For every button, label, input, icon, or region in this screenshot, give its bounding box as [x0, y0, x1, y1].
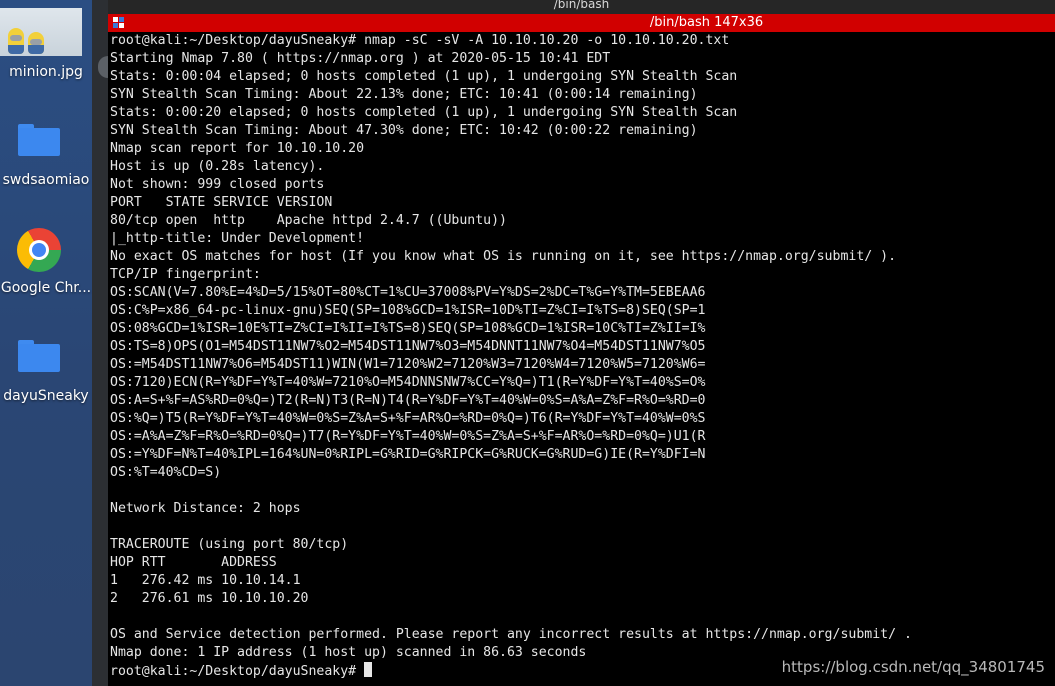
terminal-line: OS:SCAN(V=7.80%E=4%D=5/15%OT=80%CT=1%CU=… — [110, 285, 706, 300]
terminal-output[interactable]: root@kali:~/Desktop/dayuSneaky# nmap -sC… — [110, 32, 1050, 680]
terminal-line: No exact OS matches for host (If you kno… — [110, 249, 897, 264]
desktop: minion.jpg swdsaomiao Google Chr... dayu… — [0, 0, 92, 686]
terminal-line: 1 276.42 ms 10.10.14.1 — [110, 573, 301, 588]
terminal-line: OS:=A%A=Z%F=R%O=%RD=0%Q=)T7(R=Y%DF=Y%T=4… — [110, 429, 706, 444]
terminal-line: OS:TS=8)OPS(O1=M54DST11NW7%O2=M54DST11NW… — [110, 339, 706, 354]
terminal-prompt: root@kali:~/Desktop/dayuSneaky# — [110, 664, 365, 679]
topbar-title: /bin/bash — [553, 0, 610, 11]
terminal-line: 80/tcp open http Apache httpd 2.4.7 ((Ub… — [110, 213, 507, 228]
terminal-line: |_http-title: Under Development! — [110, 231, 365, 246]
terminal-line: 2 276.61 ms 10.10.10.20 — [110, 591, 309, 606]
window-topbar: /bin/bash — [108, 0, 1055, 14]
terminal-titlebar[interactable]: /bin/bash 147x36 — [108, 14, 1055, 32]
terminal-line: OS:08%GCD=1%ISR=10E%TI=Z%CI=I%II=I%TS=8)… — [110, 321, 706, 336]
terminal-line: Network Distance: 2 hops — [110, 501, 301, 516]
terminal-line: Stats: 0:00:20 elapsed; 0 hosts complete… — [110, 105, 738, 120]
desktop-item-minion[interactable]: minion.jpg — [0, 0, 92, 90]
terminal-line: OS:%T=40%CD=S) — [110, 465, 222, 480]
terminal-line: Not shown: 999 closed ports — [110, 177, 325, 192]
terminal-line: OS:=Y%DF=N%T=40%IPL=164%UN=0%RIPL=G%RID=… — [110, 447, 706, 462]
image-thumbnail-icon — [0, 8, 82, 56]
desktop-item-label: swdsaomiao — [2, 172, 90, 188]
desktop-item-label: dayuSneaky — [3, 388, 89, 404]
desktop-item-swdsaomiao[interactable]: swdsaomiao — [0, 124, 92, 194]
terminal-line: OS:A=S+%F=AS%RD=0%Q=)T2(R=N)T3(R=N)T4(R=… — [110, 393, 706, 408]
terminal-cursor — [364, 662, 373, 677]
terminal-line: OS:%Q=)T5(R=Y%DF=Y%T=40%W=0%S=Z%A=S+%F=A… — [110, 411, 706, 426]
chrome-icon — [17, 228, 61, 272]
terminal-line: SYN Stealth Scan Timing: About 22.13% do… — [110, 87, 698, 102]
terminal-line: Host is up (0.28s latency). — [110, 159, 325, 174]
terminal-line: OS:=M54DST11NW7%O6=M54DST11)WIN(W1=7120%… — [110, 357, 706, 372]
terminal-line: PORT STATE SERVICE VERSION — [110, 195, 333, 210]
desktop-item-chrome[interactable]: Google Chr... — [0, 228, 92, 300]
terminal-line: Nmap scan report for 10.10.10.20 — [110, 141, 365, 156]
desktop-item-label: minion.jpg — [9, 64, 83, 80]
desktop-item-dayusneaky[interactable]: dayuSneaky — [0, 340, 92, 410]
folder-icon — [18, 340, 60, 372]
terminal-line: Stats: 0:00:04 elapsed; 0 hosts complete… — [110, 69, 738, 84]
terminal-line: OS and Service detection performed. Plea… — [110, 627, 912, 642]
terminal-line: root@kali:~/Desktop/dayuSneaky# nmap -sC… — [110, 33, 730, 48]
terminal-line: OS:C%P=x86_64-pc-linux-gnu)SEQ(SP=108%GC… — [110, 303, 706, 318]
terminal-title: /bin/bash 147x36 — [649, 15, 764, 30]
desktop-item-label: Google Chr... — [0, 280, 92, 296]
terminal-line: HOP RTT ADDRESS — [110, 555, 277, 570]
side-handle[interactable] — [98, 56, 108, 78]
folder-icon — [18, 124, 60, 156]
terminal-line: TRACEROUTE (using port 80/tcp) — [110, 537, 349, 552]
terminal-line: TCP/IP fingerprint: — [110, 267, 261, 282]
terminal-window[interactable]: /bin/bash 147x36 root@kali:~/Desktop/day… — [108, 14, 1055, 686]
window-edge — [92, 0, 108, 686]
terminal-line: SYN Stealth Scan Timing: About 47.30% do… — [110, 123, 698, 138]
terminal-line: OS:7120)ECN(R=Y%DF=Y%T=40%W=7210%O=M54DN… — [110, 375, 706, 390]
terminal-line: Starting Nmap 7.80 ( https://nmap.org ) … — [110, 51, 611, 66]
watermark: https://blog.csdn.net/qq_34801745 — [781, 658, 1045, 676]
